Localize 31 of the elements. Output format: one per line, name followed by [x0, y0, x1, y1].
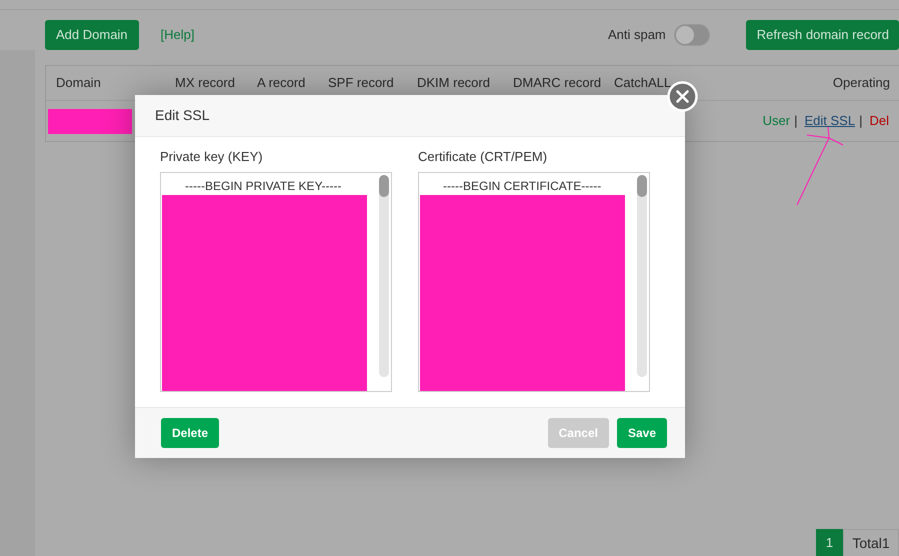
column-header: SPF record [328, 75, 394, 90]
scrollbar[interactable] [637, 174, 647, 376]
scrollbar[interactable] [379, 174, 389, 376]
refresh-domain-record-button[interactable]: Refresh domain record [746, 20, 899, 50]
separator-text: | [859, 112, 862, 130]
field-label: Private key (KEY) [160, 148, 264, 166]
column-header: DKIM record [417, 75, 490, 90]
edit-ssl-link[interactable]: Edit SSL [804, 111, 856, 131]
anti-spam-toggle[interactable] [674, 24, 710, 46]
delete-button[interactable]: Delete [161, 418, 220, 448]
help-link[interactable]: [Help] [160, 25, 195, 45]
field-value: -----BEGIN CERTIFICATE----- [443, 178, 602, 194]
anti-spam-label: Anti spam [608, 26, 666, 44]
column-header: A record [257, 75, 306, 90]
add-domain-button[interactable]: Add Domain [45, 20, 139, 50]
user-link[interactable]: User [762, 111, 790, 131]
total-count: Total1 [843, 529, 899, 556]
separator-text: | [794, 112, 798, 130]
column-header: Operating [832, 75, 890, 90]
save-button[interactable]: Save [616, 418, 667, 448]
column-header: DMARC record [513, 75, 602, 90]
del-link[interactable]: Del [869, 111, 889, 131]
column-header: MX record [175, 75, 235, 90]
dialog-title: Edit SSL [155, 106, 210, 125]
text-area-field[interactable]: -----BEGIN CERTIFICATE----- [418, 172, 650, 392]
field-value: -----BEGIN PRIVATE KEY----- [185, 178, 342, 194]
column-header: CatchALL [614, 75, 672, 90]
field-label: Certificate (CRT/PEM) [418, 148, 548, 166]
column-header: Domain [56, 75, 101, 90]
page-button[interactable]: 1 [816, 529, 843, 556]
text-area-field[interactable]: -----BEGIN PRIVATE KEY----- [160, 172, 392, 392]
